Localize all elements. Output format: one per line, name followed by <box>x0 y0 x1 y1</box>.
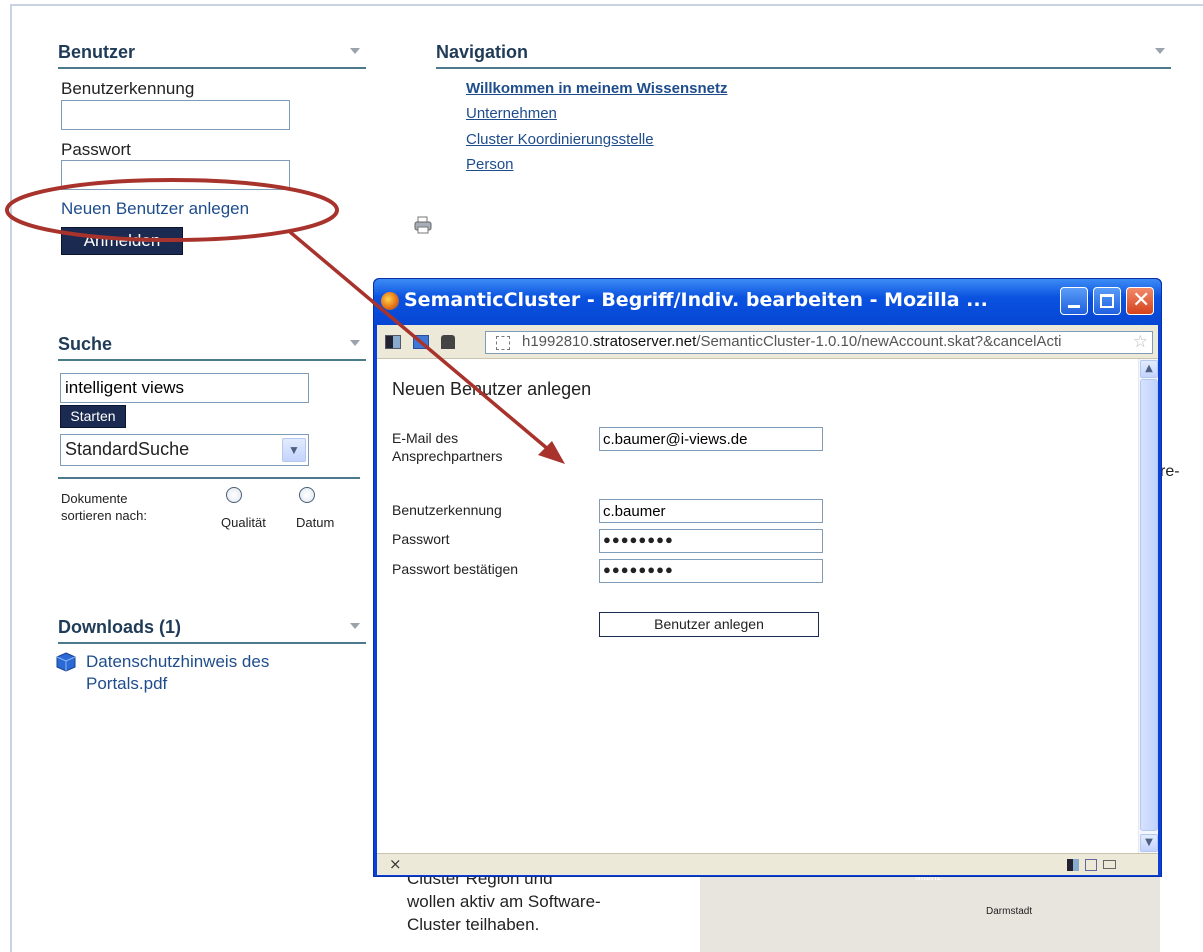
firefox-icon <box>381 292 399 310</box>
popup-window: SemanticCluster - Begriff/Indiv. bearbei… <box>373 278 1162 877</box>
collapse-triangle-icon[interactable] <box>350 48 360 54</box>
email-input[interactable] <box>599 427 823 451</box>
form-title: Neuen Benutzer anlegen <box>392 379 592 399</box>
navigation-heading[interactable]: Navigation <box>436 42 1171 69</box>
status-icon-2 <box>1085 859 1097 871</box>
collapse-triangle-icon[interactable] <box>350 623 360 629</box>
popup-titlebar[interactable]: SemanticCluster - Begriff/Indiv. bearbei… <box>374 279 1161 325</box>
search-heading-text: Suche <box>58 334 113 354</box>
password-input[interactable] <box>61 160 290 190</box>
sort-quality-label: Qualität <box>221 515 266 530</box>
password-label: Passwort <box>61 140 131 159</box>
popup-url-bar: h1992810.stratoserver.net/SemanticCluste… <box>377 325 1158 359</box>
url-prefix: h1992810. <box>522 333 593 350</box>
email-label: E-Mail des Ansprechpartners <box>392 430 503 464</box>
confirm-password-label: Passwort bestätigen <box>392 561 519 577</box>
username-label: Benutzerkennung <box>61 79 195 98</box>
scroll-thumb[interactable] <box>1140 379 1158 831</box>
collapse-triangle-icon[interactable] <box>350 340 360 346</box>
download-file-link[interactable]: Datenschutzhinweis des Portals.pdf <box>86 651 326 695</box>
url-domain: stratoserver.net <box>592 333 697 350</box>
url-field[interactable]: h1992810.stratoserver.net/SemanticCluste… <box>485 331 1153 354</box>
close-icon: ✕ <box>1132 288 1151 313</box>
search-mode-value: StandardSuche <box>65 439 190 459</box>
new-password-label: Passwort <box>392 531 450 547</box>
url-path: /SemanticCluster-1.0.10/newAccount.skat?… <box>696 333 1062 350</box>
bottom-text-line2: wollen aktiv am Software- <box>407 892 601 911</box>
scroll-up-button[interactable]: ▲ <box>1140 360 1158 378</box>
status-close-icon[interactable]: × <box>389 855 402 873</box>
search-input[interactable] <box>60 373 309 403</box>
bottom-text-line3: Cluster teilhaben. <box>407 915 540 934</box>
maximize-icon <box>1100 294 1114 308</box>
search-start-button[interactable]: Starten <box>60 405 126 428</box>
new-password-input[interactable]: ●●●●●●●● <box>599 529 823 553</box>
nav-item-cluster[interactable]: Cluster Koordinierungsstelle <box>466 131 654 148</box>
popup-title: SemanticCluster - Begriff/Indiv. bearbei… <box>404 289 988 311</box>
popup-status-bar: × <box>377 853 1158 875</box>
popup-content: Neuen Benutzer anlegen E-Mail des Anspre… <box>377 359 1158 853</box>
minimize-icon <box>1068 305 1080 308</box>
collapse-triangle-icon[interactable] <box>1155 48 1165 54</box>
navigation-heading-text: Navigation <box>436 42 529 62</box>
new-username-label: Benutzerkennung <box>392 502 502 518</box>
create-user-button[interactable]: Benutzer anlegen <box>599 612 819 637</box>
toolbar-icon-2[interactable] <box>413 335 429 349</box>
search-heading[interactable]: Suche <box>58 334 366 361</box>
username-input[interactable] <box>61 100 290 130</box>
sort-label: Dokumente sortieren nach: <box>61 491 147 523</box>
downloads-heading-text: Downloads (1) <box>58 617 182 637</box>
popup-scrollbar[interactable]: ▲ ▼ <box>1138 359 1158 853</box>
bookmark-star-icon[interactable]: ☆ <box>1133 332 1148 352</box>
mail-icon <box>1103 860 1116 869</box>
document-cube-icon <box>56 652 76 672</box>
login-button[interactable]: Anmelden <box>61 227 183 255</box>
confirm-password-input[interactable]: ●●●●●●●● <box>599 559 823 583</box>
minimize-button[interactable] <box>1060 287 1088 315</box>
close-button[interactable]: ✕ <box>1126 287 1154 315</box>
login-heading[interactable]: Benutzer <box>58 42 366 69</box>
downloads-heading[interactable]: Downloads (1) <box>58 617 366 644</box>
map-label-darmstadt: Darmstadt <box>986 906 1033 917</box>
lock-icon[interactable] <box>441 335 455 349</box>
scroll-down-button[interactable]: ▼ <box>1140 834 1158 852</box>
maximize-button[interactable] <box>1093 287 1121 315</box>
sort-date-radio[interactable] <box>299 487 315 503</box>
status-icon-1 <box>1067 859 1079 871</box>
chevron-down-icon[interactable]: ▼ <box>282 438 306 462</box>
print-icon[interactable] <box>413 216 433 234</box>
site-identity-icon[interactable] <box>496 336 510 350</box>
login-heading-text: Benutzer <box>58 42 136 62</box>
search-mode-select[interactable]: StandardSuche ▼ <box>60 434 309 466</box>
nav-item-unternehmen[interactable]: Unternehmen <box>466 105 557 122</box>
nav-item-welcome[interactable]: Willkommen in meinem Wissensnetz <box>466 80 727 97</box>
new-user-link[interactable]: Neuen Benutzer anlegen <box>61 199 249 219</box>
sort-date-label: Datum <box>296 515 335 530</box>
sort-quality-radio[interactable] <box>226 487 242 503</box>
toolbar-icon-1[interactable] <box>385 335 401 349</box>
partial-right-text: re- <box>1160 463 1180 480</box>
new-username-input[interactable] <box>599 499 823 523</box>
search-divider <box>58 477 360 479</box>
nav-item-person[interactable]: Person <box>466 156 514 173</box>
